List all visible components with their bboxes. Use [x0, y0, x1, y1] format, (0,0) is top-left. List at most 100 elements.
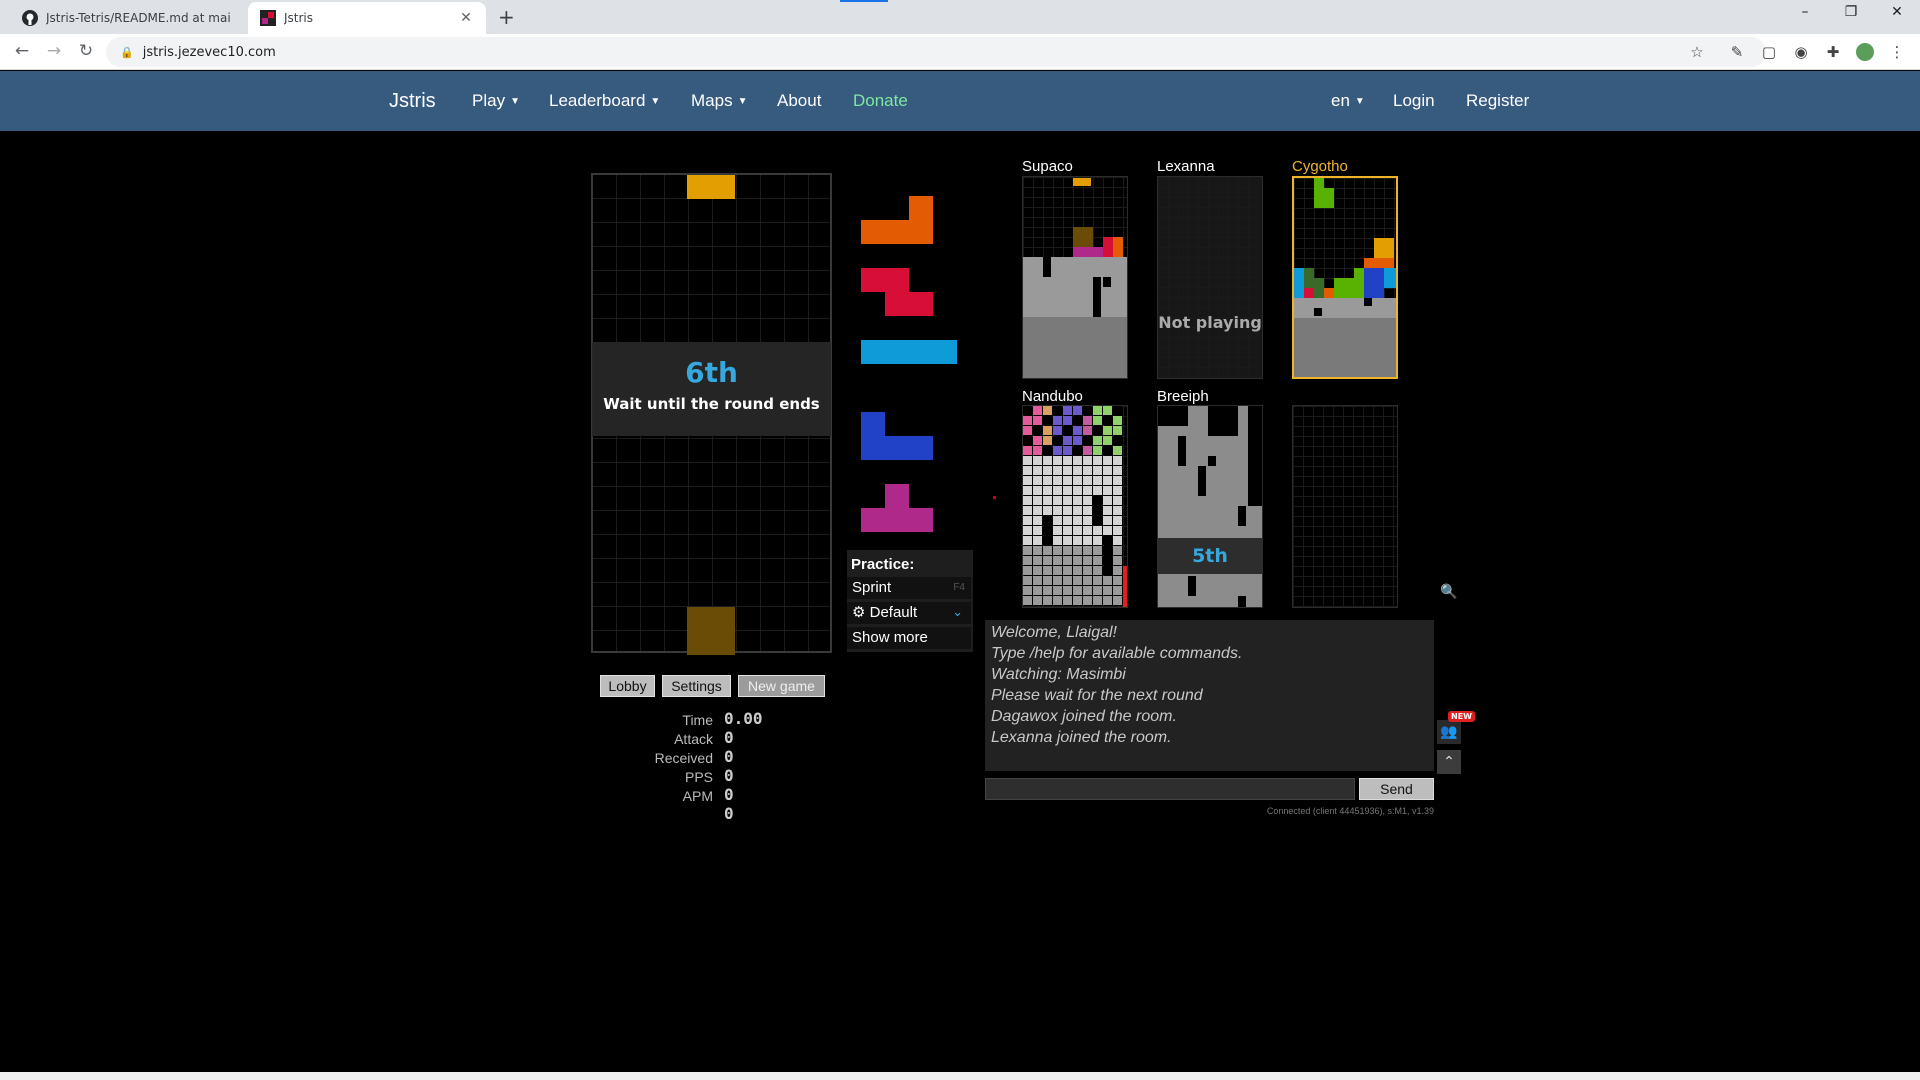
nav-about[interactable]: About — [777, 71, 821, 131]
board-cell — [1103, 406, 1112, 415]
board-cell — [1063, 566, 1072, 575]
board-cell — [1103, 476, 1112, 485]
board-cell — [1093, 546, 1102, 555]
board-cell — [1043, 536, 1052, 545]
settings-button[interactable]: Settings — [662, 675, 731, 697]
connection-status: Connected (client 44451936), s:M1, v1.39 — [1266, 806, 1434, 816]
new-game-button[interactable]: New game — [738, 675, 825, 697]
brand-link[interactable]: Jstris — [389, 71, 436, 131]
board-cell — [1063, 536, 1072, 545]
opponent-board-nandubo[interactable] — [1022, 405, 1128, 608]
board-cell — [1023, 566, 1032, 575]
board-cell — [1073, 476, 1082, 485]
board-cell — [1073, 586, 1082, 595]
new-tab-button[interactable]: + — [498, 5, 515, 29]
board-cell — [1053, 536, 1062, 545]
nav-maps[interactable]: Maps ▼ — [691, 71, 747, 131]
caret-down-icon: ▼ — [650, 95, 661, 107]
address-bar[interactable]: 🔒 jstris.jezevec10.com — [106, 37, 1766, 67]
chat-message: Lexanna joined the room. — [991, 729, 1172, 746]
opponent-name: Cygotho — [1292, 158, 1348, 175]
back-icon[interactable]: ← — [10, 41, 34, 61]
board-cell — [1033, 516, 1042, 525]
nav-language[interactable]: en ▼ — [1331, 71, 1365, 131]
lock-icon: 🔒 — [120, 45, 134, 59]
nav-donate[interactable]: Donate — [853, 71, 908, 131]
board-cell — [1093, 576, 1102, 585]
board-cell — [1093, 526, 1102, 535]
board-cell — [1073, 526, 1082, 535]
board-cell — [1053, 436, 1062, 445]
tab-github-readme[interactable]: Jstris-Tetris/README.md at mai — [10, 2, 248, 34]
players-icon[interactable]: 👥 — [1437, 720, 1461, 744]
board-cell — [1113, 486, 1122, 495]
board-cell — [1073, 416, 1082, 425]
extension-icon[interactable]: ▢ — [1760, 43, 1778, 61]
restore-button[interactable]: ❐ — [1828, 4, 1874, 20]
nav-play[interactable]: Play ▼ — [472, 71, 520, 131]
puzzle-extensions-icon[interactable]: ✚ — [1824, 43, 1842, 61]
eye-extension-icon[interactable]: ◉ — [1792, 43, 1810, 61]
stat-value: 0 — [724, 785, 734, 804]
lobby-button[interactable]: Lobby — [600, 675, 655, 697]
board-cell — [1083, 416, 1092, 425]
forward-icon[interactable]: → — [42, 41, 66, 61]
board-cell — [1073, 426, 1082, 435]
loading-indicator — [840, 0, 888, 2]
chat-message: Dagawox joined the room. — [991, 708, 1177, 725]
chat-input[interactable] — [985, 778, 1355, 800]
mode-select[interactable]: ⚙ Default ⌄ — [847, 602, 971, 624]
reload-icon[interactable]: ↻ — [74, 41, 98, 61]
opponent-board-cygotho[interactable] — [1292, 176, 1398, 379]
stat-value: 0 — [724, 804, 734, 823]
minimize-button[interactable]: – — [1782, 4, 1828, 20]
pen-extension-icon[interactable]: ✎ — [1728, 43, 1746, 61]
board-cell — [1103, 516, 1112, 525]
sprint-option[interactable]: Sprint F4 — [847, 577, 971, 599]
send-button[interactable]: Send — [1359, 778, 1434, 800]
board-cell — [1043, 456, 1052, 465]
menu-kebab-icon[interactable]: ⋮ — [1888, 43, 1906, 61]
practice-panel: Practice: Sprint F4 ⚙ Default ⌄ Show mor… — [847, 550, 973, 652]
board-cell — [1103, 556, 1112, 565]
board-cell — [1083, 516, 1092, 525]
gear-icon: ⚙ — [852, 604, 866, 621]
board-cell — [1053, 446, 1062, 455]
board-cell — [1023, 586, 1032, 595]
board-cell — [1053, 546, 1062, 555]
board-cell — [1023, 426, 1032, 435]
opponent-board-supaco[interactable] — [1022, 176, 1128, 379]
nav-language-label: en — [1331, 91, 1350, 110]
profile-avatar[interactable] — [1856, 43, 1874, 61]
board-cell — [1053, 426, 1062, 435]
board-cell — [1073, 456, 1082, 465]
board-cell — [1083, 506, 1092, 515]
opponent-board-breeiph[interactable]: 5th — [1157, 405, 1263, 608]
board-cell — [1083, 456, 1092, 465]
opponent-board-empty[interactable] — [1292, 405, 1398, 608]
garbage-meter — [1123, 566, 1127, 607]
board-cell — [1053, 476, 1062, 485]
bookmark-star-icon[interactable]: ☆ — [1688, 43, 1706, 61]
board-cell — [1043, 436, 1052, 445]
scroll-up-icon[interactable]: ⌃ — [1437, 750, 1461, 774]
close-window-button[interactable]: ✕ — [1874, 4, 1920, 20]
zoom-icon[interactable]: 🔍 — [1437, 580, 1461, 604]
board-cell — [1073, 536, 1082, 545]
nav-leaderboard[interactable]: Leaderboard ▼ — [549, 71, 660, 131]
close-tab-icon[interactable]: ✕ — [458, 10, 474, 26]
board-cell — [1053, 456, 1062, 465]
board-cell — [1103, 466, 1112, 475]
board-cell — [1043, 566, 1052, 575]
board-cell — [1043, 496, 1052, 505]
show-more-link[interactable]: Show more — [847, 627, 971, 649]
board-cell — [1093, 556, 1102, 565]
board-cell — [1093, 516, 1102, 525]
new-badge: NEW — [1448, 711, 1475, 722]
tab-jstris[interactable]: Jstris ✕ — [248, 2, 486, 34]
opponent-board-lexanna[interactable]: Not playing — [1157, 176, 1263, 379]
nav-login[interactable]: Login — [1393, 71, 1435, 131]
board-cell — [1033, 546, 1042, 555]
nav-register[interactable]: Register — [1466, 71, 1529, 131]
url-text: jstris.jezevec10.com — [142, 44, 276, 60]
